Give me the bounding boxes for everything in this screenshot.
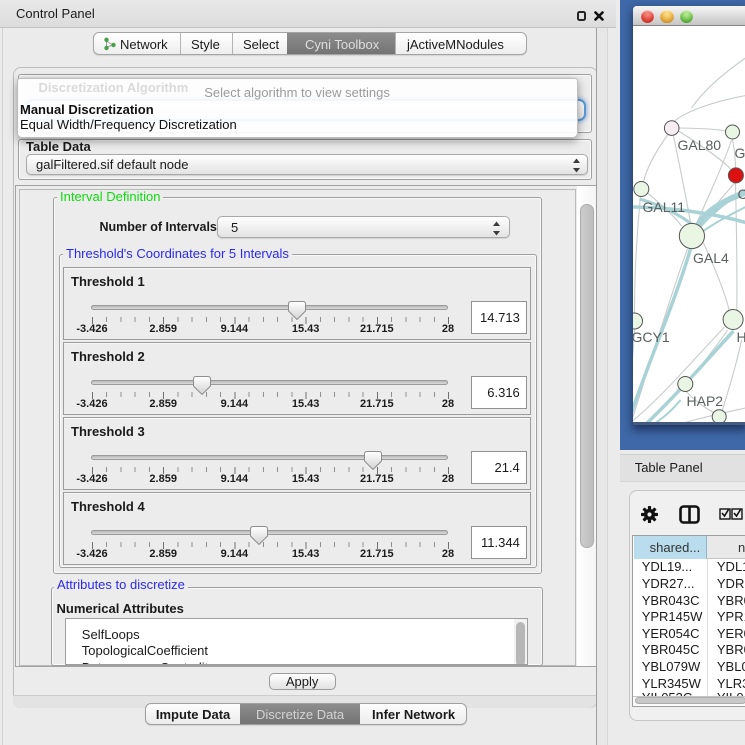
svg-text:HA: HA (736, 329, 745, 345)
svg-text:CY: CY (737, 186, 745, 202)
svg-text:GAL11: GAL11 (642, 199, 685, 215)
svg-text:GA: GA (734, 145, 745, 161)
svg-text:HAP2: HAP2 (686, 393, 723, 409)
svg-text:GAL80: GAL80 (677, 137, 721, 153)
svg-text:GAL4: GAL4 (693, 250, 729, 266)
svg-text:GCY1: GCY1 (633, 329, 670, 345)
